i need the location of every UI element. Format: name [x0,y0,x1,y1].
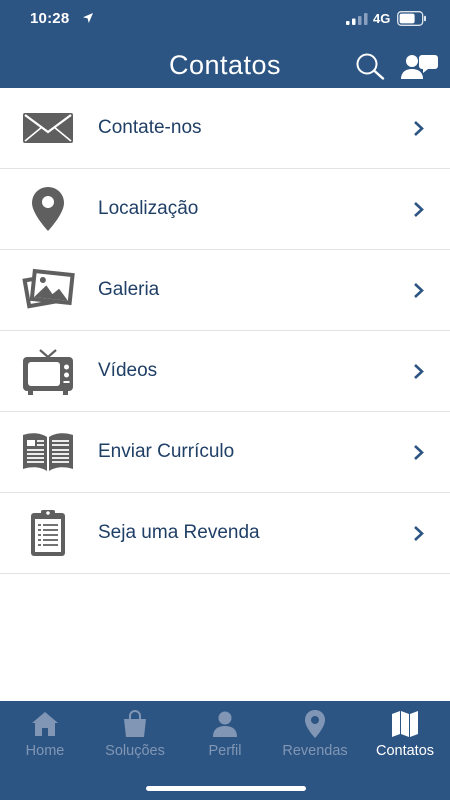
location-arrow-icon [83,13,93,23]
map-pin-icon [305,710,325,738]
chevron-right-icon [414,445,424,460]
chevron-right-icon [414,121,424,136]
list-item-label: Vídeos [98,360,158,381]
list-item-location[interactable]: Localização [0,169,450,250]
user-chat-icon[interactable] [400,52,438,80]
network-type: 4G [373,11,391,26]
chevron-right-icon [414,283,424,298]
list-item-become-reseller[interactable]: Seja uma Revenda [0,493,450,574]
tab-revendas[interactable]: Revendas [270,709,360,769]
chevron-right-icon [414,526,424,541]
status-bar: 10:28 4G [0,0,450,40]
tv-icon [23,349,73,395]
map-icon [392,711,418,737]
tab-label: Perfil [208,743,242,759]
tab-label: Contatos [375,743,435,759]
shopping-bag-icon [124,710,146,737]
tab-contatos[interactable]: Contatos [360,709,450,769]
list-item-label: Localização [98,198,199,219]
tab-label: Home [25,743,65,759]
tab-label: Soluções [105,743,165,759]
tab-solucoes[interactable]: Soluções [90,709,180,769]
list-item-videos[interactable]: Vídeos [0,331,450,412]
battery-icon [397,11,426,26]
contacts-menu-list: Contate-nos Localização Galeria Vídeos E… [0,88,450,574]
signal-icon [346,13,368,25]
gallery-icon [22,268,75,309]
list-item-label: Seja uma Revenda [98,522,260,543]
tab-label: Revendas [282,743,348,759]
list-item-label: Galeria [98,279,160,300]
chevron-right-icon [414,364,424,379]
list-item-contact-us[interactable]: Contate-nos [0,88,450,169]
chevron-right-icon [414,202,424,217]
map-pin-icon [32,187,64,231]
tab-perfil[interactable]: Perfil [180,709,270,769]
list-item-send-resume[interactable]: Enviar Currículo [0,412,450,493]
clipboard-icon [31,510,65,556]
list-item-label: Contate-nos [98,117,202,138]
house-icon [32,712,58,736]
envelope-icon [23,113,73,143]
status-time: 10:28 [30,10,70,27]
header-bar: 10:28 4G Contatos [0,0,450,88]
tab-home[interactable]: Home [0,709,90,769]
open-book-icon [23,433,73,471]
list-item-label: Enviar Currículo [98,441,235,462]
home-indicator[interactable] [146,786,306,791]
list-item-gallery[interactable]: Galeria [0,250,450,331]
user-icon [213,711,237,737]
search-icon[interactable] [354,52,386,80]
